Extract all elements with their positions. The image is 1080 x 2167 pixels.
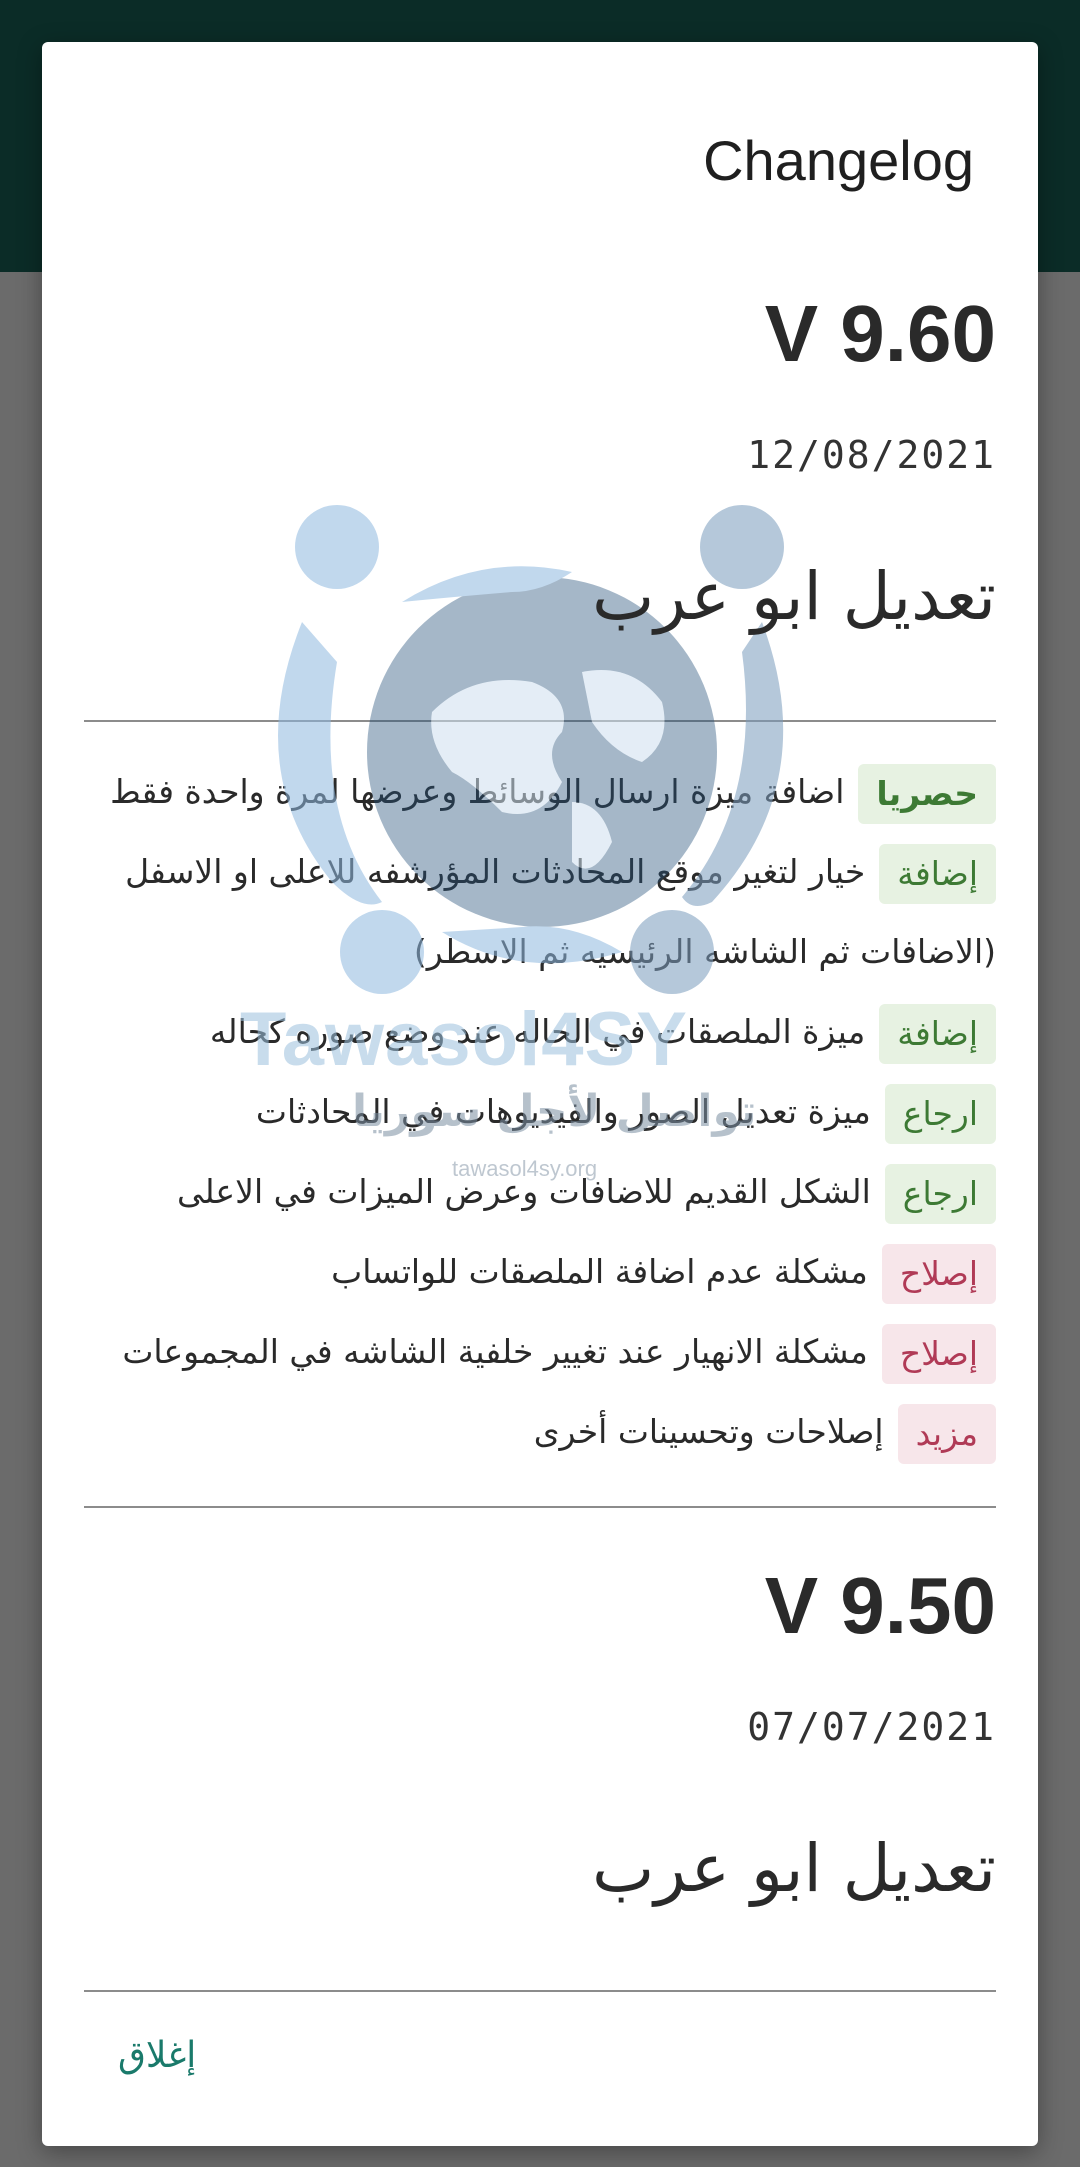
change-tag-restore: ارجاع: [884, 1163, 996, 1224]
change-tag-exclusive: حصريا: [858, 763, 996, 824]
change-tag-add: إضافة: [879, 1003, 996, 1064]
change-item: ارجاع الشكل القديم للاضافات وعرض الميزات …: [84, 1152, 996, 1232]
change-text: خيار لتغير موقع المحادثات المؤرشفه للاعل…: [125, 852, 996, 971]
change-item: حصريا اضافة ميزة ارسال الوسائط وعرضها لمر…: [84, 752, 996, 832]
change-text: اضافة ميزة ارسال الوسائط وعرضها لمرة واح…: [110, 772, 845, 811]
changelog-scroll-area[interactable]: Tawasol4SY تواصل لأجل سوريا tawasol4sy.o…: [42, 262, 1038, 2002]
release-section: V 9.50 07/07/2021 تعديل ابو عرب: [42, 1508, 1038, 1902]
version-number: V 9.50: [764, 1561, 996, 1650]
change-tag-fix: إصلاح: [881, 1243, 996, 1304]
change-item: إصلاح مشكلة الانهيار عند تغيير خلفية الشا…: [84, 1312, 996, 1392]
change-tag-fix: إصلاح: [881, 1323, 996, 1384]
divider: [84, 1990, 996, 1992]
change-item: إضافة ميزة الملصقات في الحاله عند وضع صور…: [84, 992, 996, 1072]
dialog-title: Changelog: [703, 129, 974, 192]
change-item: إصلاح مشكلة عدم اضافة الملصقات للواتساب: [84, 1232, 996, 1312]
release-section: V 9.60 12/08/2021 تعديل ابو عرب: [42, 262, 1038, 630]
change-item: مزيد إصلاحات وتحسينات أخرى: [84, 1392, 996, 1472]
change-text: ميزة الملصقات في الحاله عند وضع صوره كحا…: [209, 1012, 866, 1051]
change-tag-more: مزيد: [897, 1403, 996, 1464]
change-list: حصريا اضافة ميزة ارسال الوسائط وعرضها لمر…: [42, 722, 1038, 1506]
change-text: مشكلة الانهيار عند تغيير خلفية الشاشه في…: [122, 1332, 868, 1371]
changelog-dialog: Changelog Tawasol4SY تواصل لأجل سوريا ta…: [42, 42, 1038, 2146]
version-number: V 9.60: [764, 289, 996, 378]
release-date: 07/07/2021: [747, 1705, 996, 1749]
change-item: ارجاع ميزة تعديل الصور والفيديوهات في الم…: [84, 1072, 996, 1152]
change-text: الشكل القديم للاضافات وعرض الميزات في ال…: [177, 1172, 871, 1211]
close-button[interactable]: إغلاق: [118, 2035, 196, 2076]
change-text: إصلاحات وتحسينات أخرى: [533, 1412, 884, 1451]
change-tag-add: إضافة: [879, 843, 996, 904]
change-tag-restore: ارجاع: [884, 1083, 996, 1144]
change-text: مشكلة عدم اضافة الملصقات للواتساب: [331, 1252, 868, 1291]
change-item: إضافةخيار لتغير موقع المحادثات المؤرشفه …: [84, 832, 996, 992]
release-author: تعديل ابو عرب: [592, 558, 996, 635]
change-text: ميزة تعديل الصور والفيديوهات في المحادثا…: [255, 1092, 871, 1131]
release-date: 12/08/2021: [747, 433, 996, 477]
release-author: تعديل ابو عرب: [592, 1830, 996, 1907]
